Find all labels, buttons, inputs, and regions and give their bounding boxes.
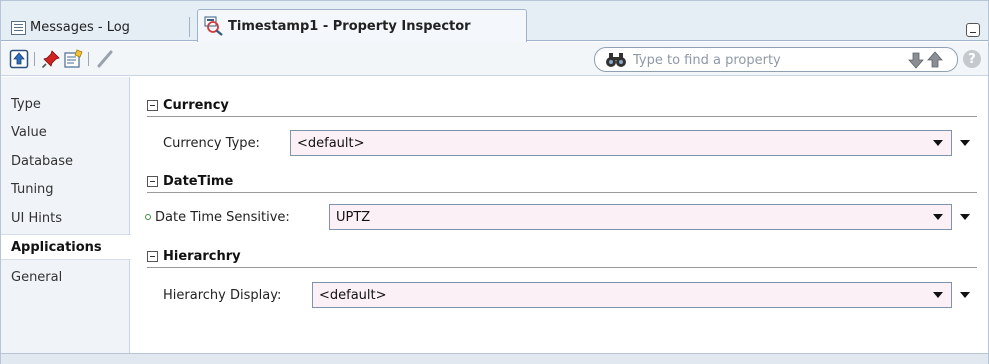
tab-strip: Messages - Log Timestamp1 - Property Ins…: [1, 1, 988, 42]
property-menu-icon[interactable]: [960, 214, 970, 220]
sidebar-item-ui-hints[interactable]: UI Hints: [1, 205, 130, 231]
tab-property-inspector-label: Timestamp1 - Property Inspector: [228, 18, 471, 34]
status-bar: [1, 353, 988, 364]
property-label: Currency Type:: [163, 135, 260, 151]
sidebar-item-type[interactable]: Type: [1, 91, 130, 117]
toolbar-separator: [34, 52, 35, 66]
sidebar-item-label: Applications: [11, 239, 102, 255]
find-previous-icon[interactable]: [925, 51, 945, 69]
property-inspector-window: Messages - Log Timestamp1 - Property Ins…: [0, 0, 989, 364]
property-label: Hierarchy Display:: [163, 287, 282, 303]
chevron-down-icon: [933, 292, 943, 298]
sidebar-item-tuning[interactable]: Tuning: [1, 176, 130, 202]
toolbar-separator: [88, 52, 89, 66]
search-input[interactable]: [633, 51, 853, 69]
collapse-icon[interactable]: [147, 100, 158, 111]
edit-properties-icon[interactable]: [63, 49, 83, 69]
property-menu-icon[interactable]: [960, 140, 970, 146]
property-search: [594, 47, 958, 72]
date-time-sensitive-label: Date Time Sensitive:: [145, 204, 290, 230]
tab-messages-log[interactable]: Messages - Log: [5, 14, 187, 41]
sidebar-item-label: Database: [11, 153, 74, 169]
sidebar-item-label: Tuning: [11, 181, 54, 197]
currency-type-select[interactable]: <default>: [290, 130, 952, 156]
pin-icon[interactable]: [41, 49, 61, 69]
find-next-icon[interactable]: [907, 51, 925, 69]
sidebar-item-applications[interactable]: Applications: [1, 234, 131, 260]
section-currency[interactable]: Currency: [147, 95, 977, 117]
tab-messages-log-label: Messages - Log: [30, 20, 130, 35]
sidebar-item-general[interactable]: General: [1, 264, 130, 290]
binoculars-icon: [606, 53, 626, 67]
section-datetime[interactable]: DateTime: [147, 171, 977, 193]
collapse-icon[interactable]: [147, 176, 158, 187]
sidebar-item-label: Type: [11, 96, 41, 112]
sidebar-item-label: Value: [11, 124, 47, 140]
sidebar-item-value[interactable]: Value: [1, 119, 130, 145]
property-inspector-icon: [204, 16, 223, 36]
log-icon: [11, 20, 26, 35]
select-value: <default>: [319, 287, 387, 303]
property-label: Date Time Sensitive:: [155, 209, 290, 225]
sidebar-item-database[interactable]: Database: [1, 148, 130, 174]
section-title: Hierarchry: [163, 249, 241, 264]
select-value: <default>: [297, 135, 365, 151]
collapse-icon[interactable]: [147, 251, 158, 262]
date-time-sensitive-select[interactable]: UPTZ: [329, 204, 952, 230]
sidebar-item-label: UI Hints: [11, 210, 62, 226]
hierarchy-display-label: Hierarchy Display:: [163, 282, 281, 308]
currency-type-label: Currency Type:: [163, 130, 260, 156]
minimize-button[interactable]: [966, 23, 980, 37]
tab-property-inspector[interactable]: Timestamp1 - Property Inspector: [197, 9, 527, 42]
required-indicator-icon: [145, 214, 151, 220]
sidebar-item-label: General: [11, 269, 63, 285]
go-to-source-icon[interactable]: [9, 49, 29, 69]
hierarchy-display-select[interactable]: <default>: [312, 282, 952, 308]
select-value: UPTZ: [336, 209, 371, 225]
chevron-down-icon: [933, 214, 943, 220]
toolbar: ?: [1, 42, 988, 76]
category-sidebar: Type Value Database Tuning UI Hints Appl…: [1, 77, 131, 353]
property-menu-icon[interactable]: [960, 292, 970, 298]
help-button[interactable]: ?: [963, 50, 981, 68]
section-title: Currency: [163, 98, 229, 113]
edit-pencil-icon[interactable]: [95, 49, 115, 69]
section-title: DateTime: [163, 174, 234, 189]
section-hierarchy[interactable]: Hierarchry: [147, 246, 977, 268]
chevron-down-icon: [933, 140, 943, 146]
properties-panel: Currency Currency Type: <default> DateTi…: [131, 77, 988, 353]
tab-separator: [189, 17, 190, 37]
